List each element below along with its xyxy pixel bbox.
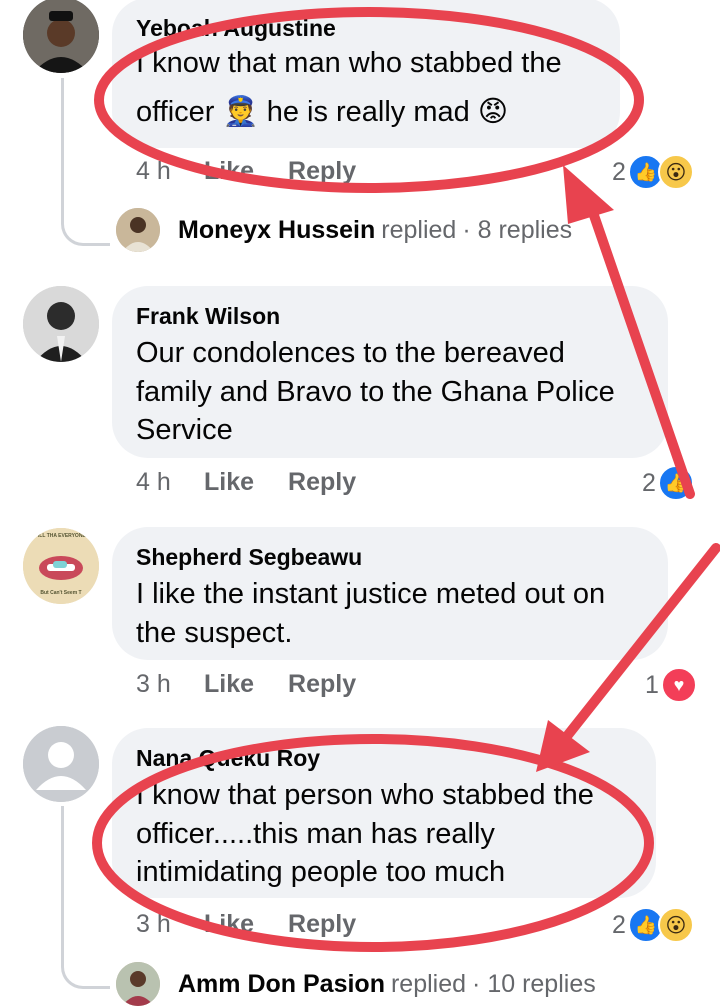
default-profile-icon [23,726,99,802]
reaction-count: 2 [612,157,626,186]
reply-count: · 8 replies [462,215,573,244]
comment-time[interactable]: 4 h [136,468,204,497]
badge-bottom-text: But Can't Seem T [40,590,82,596]
reply-count: · 10 replies [472,969,596,998]
reply-button[interactable]: Reply [288,910,356,939]
like-button[interactable]: Like [204,468,254,497]
wow-face-icon: 😮 [657,907,694,943]
avatar-amm [116,962,160,1006]
comment-actions: 3 h Like Reply [136,910,390,939]
thumbs-up-icon: 👍 [657,465,694,501]
reaction-summary[interactable]: 2 👍 😮 [612,154,694,190]
comment-text: Our condolences to the bereaved family a… [136,334,644,450]
comment-text: I know that man who stabbed the officer … [136,44,596,131]
comment-text-line: the suspect. [136,616,293,649]
comment-text-line: officer.....this man has really [136,817,495,850]
comment-author[interactable]: Shepherd Segbeawu [136,543,644,571]
comment-time[interactable]: 3 h [136,910,204,939]
avatar-frank[interactable] [23,286,99,362]
comment-actions: 3 h Like Reply [136,670,390,699]
comment-text: I like the instant justice meted out on … [136,575,644,652]
avatar-nana[interactable] [23,726,99,802]
comment-actions: 4 h Like Reply [136,157,390,186]
comment-bubble: Frank Wilson Our condolences to the bere… [112,286,668,458]
comment-text: I know that person who stabbed the offic… [136,776,632,892]
police-officer-emoji-icon: 👮 [222,95,259,128]
badge-top-text: THE PILL THA EVERYONE WAN [23,533,99,539]
reaction-summary[interactable]: 1 ♥ [645,667,697,703]
heart-icon: ♥ [660,667,697,703]
avatar-yeboah[interactable] [23,0,99,73]
comment-text-line: family and Bravo to the Ghana Police [136,375,615,408]
reply-thread-line [61,78,110,246]
reply-button[interactable]: Reply [288,157,356,186]
like-button[interactable]: Like [204,670,254,699]
comment-text-line: officer 👮 he is really mad 😡 [136,93,596,132]
angry-face-emoji-icon: 😡 [477,95,509,128]
reaction-count: 1 [645,670,659,699]
comment-text-line: Service [136,414,233,446]
person-photo-icon [23,0,99,73]
comment-actions: 4 h Like Reply [136,468,390,497]
reaction-count: 2 [642,468,656,497]
comment-text-line: I know that person who stabbed the [136,779,594,811]
reaction-summary[interactable]: 2 👍 😮 [612,907,694,943]
reply-thread-line [61,806,110,989]
avatar-shepherd[interactable]: THE PILL THA EVERYONE WAN But Can't Seem… [23,528,99,604]
view-replies-link[interactable]: Moneyx Hussein replied · 8 replies [116,208,572,252]
comment-bubble: Yeboah Augustine I know that man who sta… [112,0,620,148]
reply-action: replied [390,969,467,998]
reaction-summary[interactable]: 2 👍 [642,465,694,501]
reply-button[interactable]: Reply [288,468,356,497]
comment-bubble: Shepherd Segbeawu I like the instant jus… [112,527,668,660]
reaction-count: 2 [612,910,626,939]
reply-author: Moneyx Hussein [178,215,376,244]
comment-text-line: I know that man who stabbed the [136,47,562,79]
like-button[interactable]: Like [204,910,254,939]
comment-author[interactable]: Yeboah Augustine [136,14,596,42]
person-photo-icon [23,286,99,362]
comment-time[interactable]: 4 h [136,157,204,186]
comment-text-line: I like the instant justice meted out on [136,578,606,610]
comment-time[interactable]: 3 h [136,670,204,699]
comment-text-part: officer [136,95,215,128]
comment-author[interactable]: Frank Wilson [136,302,644,330]
comment-text-part: he is really mad [266,95,470,128]
person-photo-icon [116,962,160,1006]
comment-author[interactable]: Nana Queku Roy [136,744,632,772]
reply-action: replied [381,215,457,244]
wow-face-icon: 😮 [657,154,694,190]
like-button[interactable]: Like [204,157,254,186]
avatar-moneyx [116,208,160,252]
view-replies-link[interactable]: Amm Don Pasion replied · 10 replies [116,962,596,1006]
reply-author: Amm Don Pasion [178,969,385,998]
reply-button[interactable]: Reply [288,670,356,699]
comment-text-line: intimidating people too much [136,856,506,888]
comment-text-line: Our condolences to the bereaved [136,337,565,369]
comment-bubble: Nana Queku Roy I know that person who st… [112,728,656,898]
person-photo-icon [116,208,160,252]
